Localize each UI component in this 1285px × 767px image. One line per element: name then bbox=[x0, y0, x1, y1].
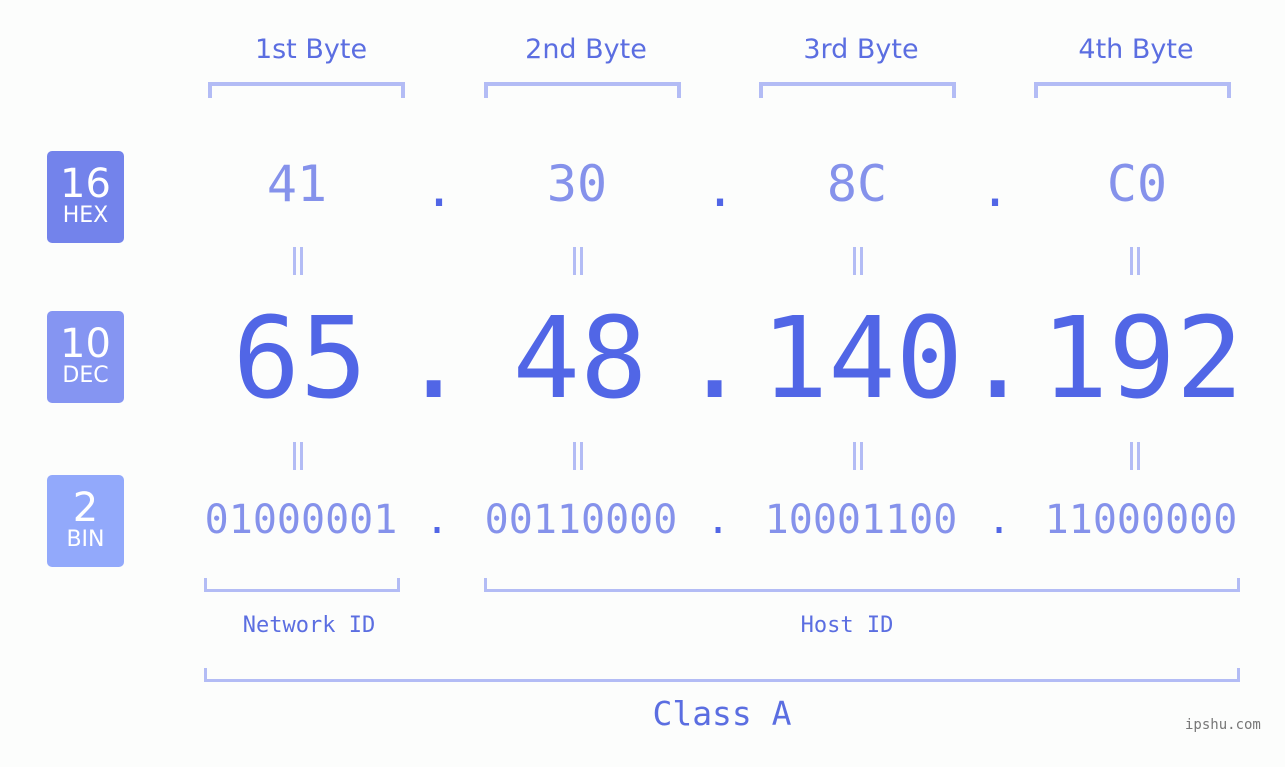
dec-dot-1: . bbox=[400, 294, 468, 424]
equals-icon bbox=[290, 442, 306, 470]
bin-byte-3: 10001100 bbox=[764, 497, 958, 543]
dec-byte-1: 65 bbox=[232, 294, 368, 424]
equals-icon bbox=[570, 442, 586, 470]
dec-byte-2: 48 bbox=[512, 294, 648, 424]
dec-dot-2: . bbox=[681, 294, 749, 424]
byte-header-3: 3rd Byte bbox=[803, 34, 919, 65]
hex-byte-1: 41 bbox=[266, 155, 328, 213]
dec-base-label: DEC bbox=[62, 363, 109, 388]
network-id-bracket bbox=[204, 578, 400, 592]
bin-base-number: 2 bbox=[72, 485, 99, 531]
equals-icon bbox=[850, 442, 866, 470]
bin-dot-1: . bbox=[425, 497, 450, 543]
hex-dot-1: . bbox=[424, 160, 455, 218]
bin-byte-4: 11000000 bbox=[1044, 497, 1238, 543]
dec-base-number: 10 bbox=[60, 321, 111, 367]
equals-icon bbox=[1127, 247, 1143, 275]
equals-icon bbox=[1127, 442, 1143, 470]
equals-icon bbox=[290, 247, 306, 275]
byte-header-4: 4th Byte bbox=[1078, 34, 1194, 65]
byte-header-1: 1st Byte bbox=[254, 34, 368, 65]
dec-dot-3: . bbox=[964, 294, 1032, 424]
host-id-label: Host ID bbox=[800, 613, 894, 638]
byte-bracket-4 bbox=[1034, 82, 1231, 98]
hex-dot-2: . bbox=[705, 160, 736, 218]
hex-base-number: 16 bbox=[60, 161, 111, 207]
dec-badge: 10 DEC bbox=[47, 311, 124, 403]
byte-bracket-2 bbox=[484, 82, 681, 98]
bin-badge: 2 BIN bbox=[47, 475, 124, 567]
byte-bracket-1 bbox=[208, 82, 405, 98]
watermark: ipshu.com bbox=[1185, 717, 1261, 733]
equals-icon bbox=[570, 247, 586, 275]
dec-byte-4: 192 bbox=[1040, 294, 1244, 424]
hex-base-label: HEX bbox=[62, 203, 109, 228]
hex-byte-3: 8C bbox=[826, 155, 888, 213]
class-label: Class A bbox=[652, 694, 792, 733]
bin-dot-3: . bbox=[987, 497, 1012, 543]
hex-byte-2: 30 bbox=[546, 155, 608, 213]
bin-dot-2: . bbox=[706, 497, 731, 543]
byte-header-2: 2nd Byte bbox=[525, 34, 647, 65]
hex-badge: 16 HEX bbox=[47, 151, 124, 243]
class-bracket bbox=[204, 668, 1240, 682]
hex-dot-3: . bbox=[980, 160, 1011, 218]
equals-icon bbox=[850, 247, 866, 275]
bin-byte-2: 00110000 bbox=[484, 497, 678, 543]
bin-byte-1: 01000001 bbox=[204, 497, 398, 543]
network-id-label: Network ID bbox=[242, 613, 376, 638]
host-id-bracket bbox=[484, 578, 1240, 592]
byte-bracket-3 bbox=[759, 82, 956, 98]
dec-byte-3: 140 bbox=[760, 294, 964, 424]
bin-base-label: BIN bbox=[66, 527, 105, 552]
hex-byte-4: C0 bbox=[1106, 155, 1168, 213]
